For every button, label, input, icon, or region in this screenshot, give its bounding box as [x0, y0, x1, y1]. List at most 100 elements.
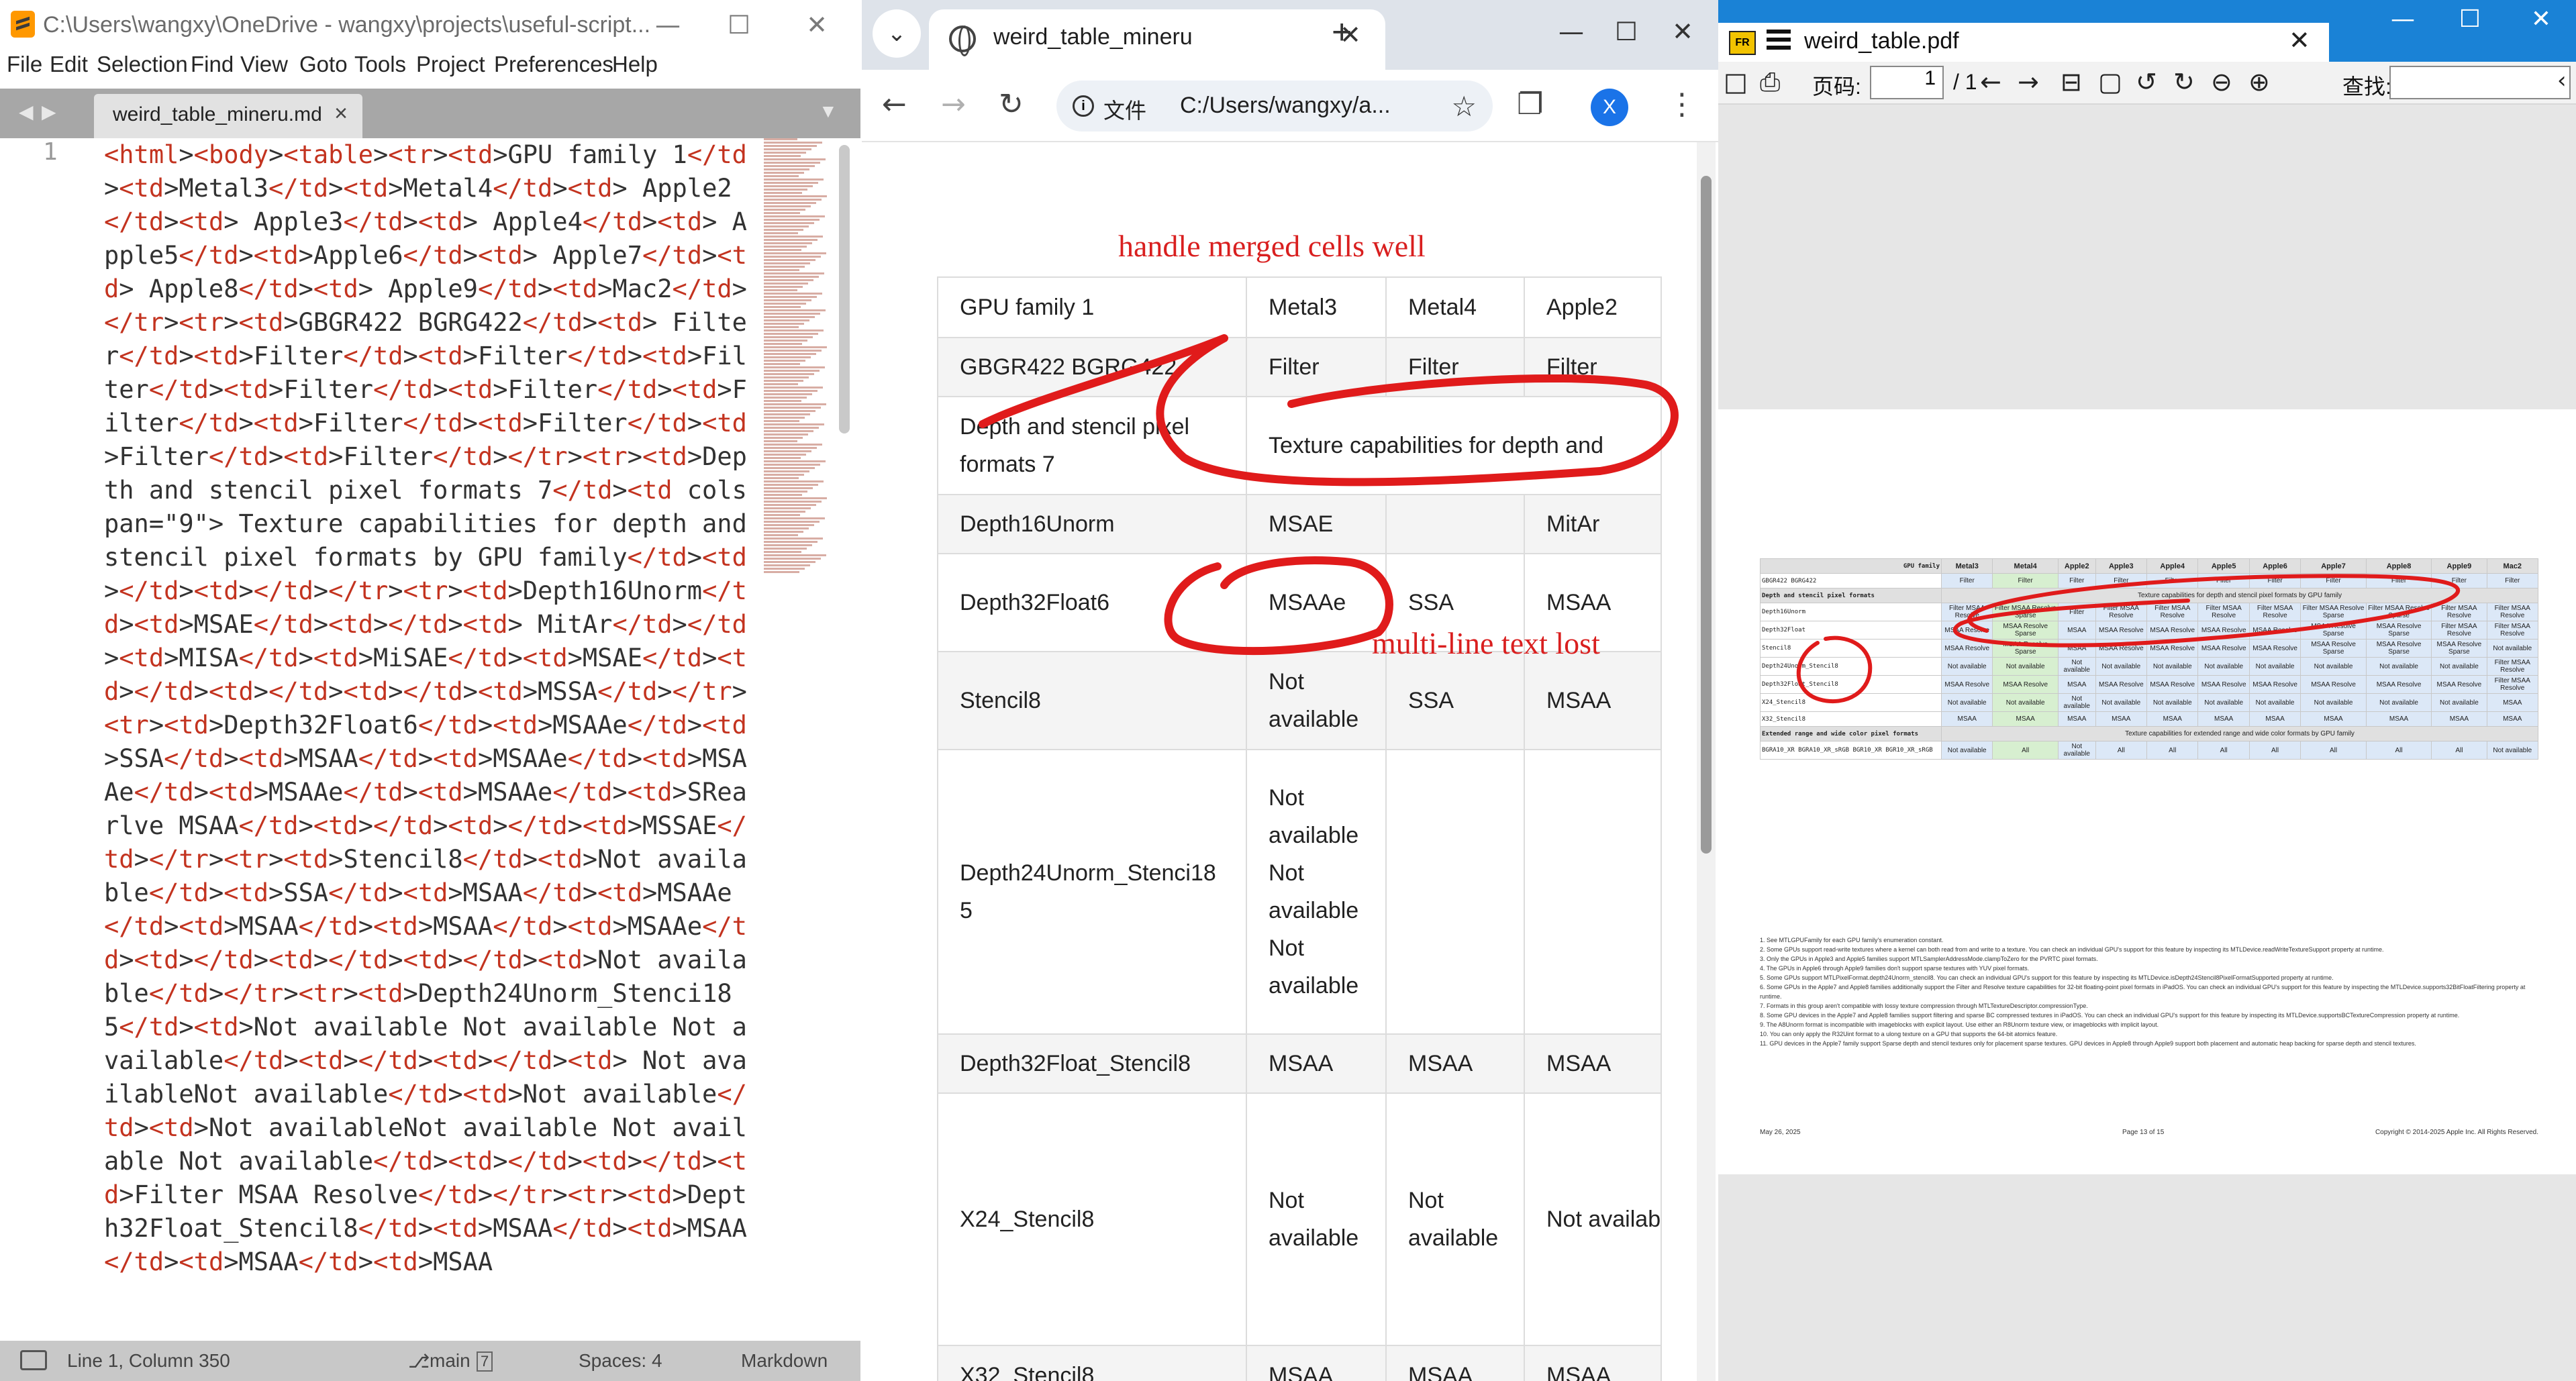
indentation-setting[interactable]: Spaces: 4: [579, 1350, 662, 1372]
extensions-puzzle-icon[interactable]: ❐: [1517, 87, 1543, 121]
minimap-line: [764, 239, 818, 241]
minimap-line: [764, 447, 817, 449]
page-scrollbar[interactable]: [1697, 142, 1716, 1381]
table-cell: Filter: [1246, 337, 1387, 397]
code-editor[interactable]: 1 <html><body><table><tr><td>GPU family …: [0, 138, 860, 1341]
minimap-line: [764, 262, 810, 264]
url-text[interactable]: C:/Users/wangxy/a...: [1180, 93, 1391, 119]
editor-scrollbar[interactable]: [839, 145, 850, 433]
sublime-titlebar[interactable]: C:\Users\wangxy\OneDrive - wangxy\projec…: [0, 0, 860, 50]
minimap-line: [764, 427, 819, 429]
editor-tab-close-icon[interactable]: ×: [334, 101, 348, 127]
chrome-maximize-button[interactable]: ☐: [1608, 15, 1644, 48]
chrome-tab[interactable]: weird_table_mineru ✕: [929, 9, 1385, 70]
cursor-position[interactable]: Line 1, Column 350: [67, 1350, 230, 1372]
page-number-input[interactable]: 1: [1870, 66, 1944, 99]
pdf-titlebar[interactable]: FR weird_table.pdf ✕ — ☐ ✕: [1718, 0, 2576, 62]
pdf-table-cell: Filter MSAA Resolve Sparse: [2300, 603, 2367, 621]
table-cell: SSA: [1385, 651, 1525, 750]
bookmark-star-icon[interactable]: ☆: [1451, 90, 1477, 123]
back-arrow-icon[interactable]: ←: [882, 87, 907, 121]
sublime-maximize-button[interactable]: ☐: [721, 8, 757, 42]
minimap-line: [764, 199, 822, 201]
minimap-line: [764, 178, 824, 181]
pdf-tab-close-icon[interactable]: ✕: [2289, 25, 2310, 56]
menu-view[interactable]: View: [240, 52, 288, 77]
pdf-table-cell: MSAA: [2300, 711, 2367, 727]
fit-width-icon[interactable]: ⊟: [2061, 67, 2082, 97]
chrome-close-button[interactable]: ✕: [1665, 15, 1701, 48]
menu-help[interactable]: Help: [612, 52, 658, 77]
minimap-line: [764, 387, 823, 389]
git-branch[interactable]: main: [430, 1350, 470, 1372]
page-scrollbar-thumb[interactable]: [1701, 176, 1712, 854]
open-folder-icon[interactable]: □: [1724, 67, 1748, 97]
new-tab-plus-icon[interactable]: +: [1332, 12, 1352, 52]
minimap-line: [764, 165, 815, 167]
menu-goto[interactable]: Goto: [299, 52, 348, 77]
menu-preferences[interactable]: Preferences: [494, 52, 613, 77]
address-bar[interactable]: i 文件 C:/Users/wangxy/a... ☆: [1056, 81, 1493, 132]
git-changes-badge: 7: [477, 1351, 493, 1372]
minimap-line: [764, 460, 826, 462]
merged-table-cell: Texture capabilities for depth and: [1245, 396, 1663, 495]
menu-tools[interactable]: Tools: [354, 52, 406, 77]
pdf-table-cell: MSAA Resolve Sparse: [2300, 621, 2367, 640]
table-cell: Metal4: [1385, 276, 1525, 338]
pdf-table-cell: Not available: [2248, 693, 2301, 712]
minimap-line: [764, 313, 820, 315]
pdf-table-cell: All: [2248, 741, 2301, 760]
minimap-line: [764, 561, 815, 563]
pdf-close-button[interactable]: ✕: [2521, 5, 2561, 33]
hamburger-menu-icon[interactable]: [1767, 30, 1791, 54]
chrome-menu-kebab-icon[interactable]: ⋮: [1667, 87, 1697, 121]
pdf-table-cell: Filter: [2057, 573, 2096, 589]
minimap-line: [764, 548, 807, 550]
pdf-tab[interactable]: FR weird_table.pdf ✕: [1718, 23, 2329, 62]
syntax-selector[interactable]: Markdown: [741, 1350, 828, 1372]
reload-icon[interactable]: ↻: [999, 87, 1024, 121]
menu-file[interactable]: File: [7, 52, 42, 77]
pdf-maximize-button[interactable]: ☐: [2450, 5, 2490, 33]
sublime-minimize-button[interactable]: —: [650, 8, 686, 42]
next-page-icon[interactable]: →: [2018, 67, 2039, 97]
pdf-table-cell: Not available: [2095, 657, 2148, 676]
minimap[interactable]: [764, 138, 831, 608]
print-icon[interactable]: ⎙: [1760, 67, 1780, 97]
file-scheme-chip[interactable]: 文件: [1103, 94, 1146, 125]
pdf-table-cell: MSAA Resolve Sparse: [2365, 639, 2432, 658]
search-input[interactable]: [2389, 66, 2571, 99]
code-text[interactable]: <html><body><table><tr><td>GPU family 1<…: [104, 138, 762, 1279]
rotate-left-icon[interactable]: ↺: [2136, 67, 2157, 97]
rotate-right-icon[interactable]: ↻: [2173, 67, 2195, 97]
tab-dropdown-icon[interactable]: ▼: [819, 101, 838, 122]
chrome-minimize-button[interactable]: —: [1553, 15, 1589, 48]
collapse-chevron-icon[interactable]: ‹: [2557, 67, 2567, 94]
minimap-line: [764, 189, 807, 191]
menu-selection[interactable]: Selection: [97, 52, 188, 77]
editor-tab[interactable]: weird_table_mineru.md ×: [94, 94, 362, 138]
panel-toggle-icon[interactable]: [20, 1350, 47, 1370]
menu-project[interactable]: Project: [416, 52, 485, 77]
tab-search-chevron-icon[interactable]: ⌄: [873, 9, 921, 58]
tab-back-icon[interactable]: ◀: [19, 101, 34, 123]
pdf-canvas[interactable]: GPU family Metal3 Metal4 Apple2 Apple3 Apple4…: [1718, 105, 2576, 1381]
pdf-footnote: 8. Some GPU devices in the Apple7 and Ap…: [1760, 1012, 2460, 1019]
site-info-icon[interactable]: i: [1073, 95, 1094, 117]
fit-page-icon[interactable]: ▢: [2098, 67, 2122, 97]
zoom-in-icon[interactable]: ⊕: [2248, 67, 2270, 97]
table-cell: Not available: [1385, 1092, 1525, 1346]
sublime-close-button[interactable]: ✕: [799, 8, 835, 42]
pdf-minimize-button[interactable]: —: [2383, 5, 2423, 33]
menu-find[interactable]: Find: [191, 52, 234, 77]
zoom-out-icon[interactable]: ⊖: [2211, 67, 2232, 97]
minimap-line: [764, 212, 800, 214]
minimap-line: [764, 470, 809, 472]
menu-edit[interactable]: Edit: [50, 52, 88, 77]
minimap-line: [764, 501, 822, 503]
forward-arrow-icon[interactable]: →: [941, 87, 966, 121]
prev-page-icon[interactable]: ←: [1980, 67, 2001, 97]
profile-avatar[interactable]: X: [1591, 89, 1628, 126]
minimap-line: [764, 497, 827, 499]
tab-forward-icon[interactable]: ▶: [42, 101, 56, 123]
